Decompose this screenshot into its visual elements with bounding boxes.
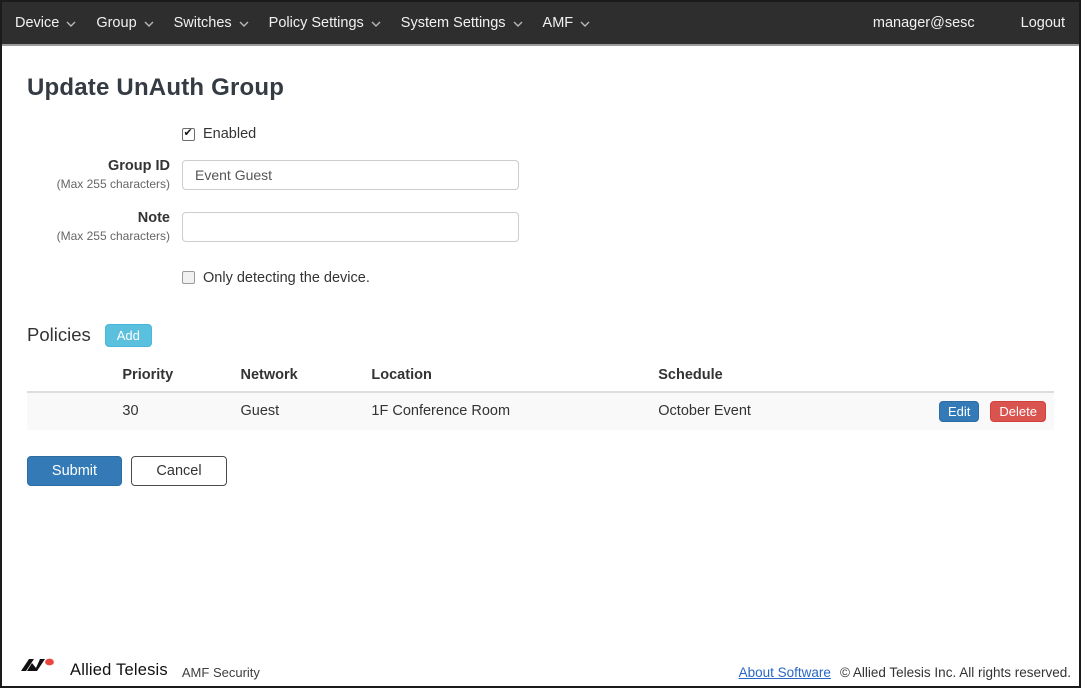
policies-heading: Policies [27, 324, 91, 346]
nav-menu: Device Group Switches Policy Settings Sy… [15, 4, 590, 42]
brand-name: Allied Telesis [70, 661, 168, 680]
nav-item-label: System Settings [401, 15, 506, 31]
main-content: Update UnAuth Group Enabled Group ID (Ma… [2, 46, 1079, 486]
note-row: Note (Max 255 characters) [27, 210, 1054, 244]
allied-telesis-logo-icon [20, 657, 60, 679]
indent-column-header [27, 359, 114, 392]
location-cell: 1F Conference Room [363, 392, 650, 430]
enabled-row: Enabled [182, 126, 1054, 142]
policies-table-header-row: Priority Network Location Schedule [27, 359, 1054, 392]
enabled-checkbox-label[interactable]: Enabled [203, 126, 256, 142]
schedule-cell: October Event [650, 392, 931, 430]
logout-link[interactable]: Logout [1021, 15, 1065, 31]
chevron-down-icon [580, 15, 590, 31]
nav-item-label: Device [15, 15, 59, 31]
schedule-column-header: Schedule [650, 359, 931, 392]
nav-item-device[interactable]: Device [15, 4, 76, 42]
policies-table: Priority Network Location Schedule 30 Gu… [27, 359, 1054, 430]
group-id-row: Group ID (Max 255 characters) [27, 158, 1054, 192]
unauth-group-form: Enabled Group ID (Max 255 characters) No… [27, 126, 1054, 286]
product-name: AMF Security [182, 665, 260, 680]
footer-legal-area: About Software © Allied Telesis Inc. All… [739, 665, 1071, 680]
detect-only-checkbox-label[interactable]: Only detecting the device. [203, 270, 370, 286]
cancel-button[interactable]: Cancel [131, 456, 227, 486]
footer-brand-area: Allied Telesis AMF Security [20, 657, 260, 680]
enabled-checkbox[interactable] [182, 128, 195, 141]
policy-table-row: 30 Guest 1F Conference Room October Even… [27, 392, 1054, 430]
group-id-label-cell: Group ID (Max 255 characters) [27, 158, 170, 192]
network-column-header: Network [233, 359, 364, 392]
edit-policy-button[interactable]: Edit [939, 401, 979, 422]
add-policy-button[interactable]: Add [105, 324, 152, 347]
actions-cell: Edit Delete [931, 392, 1054, 430]
policies-header: Policies Add [27, 324, 1054, 347]
indent-cell [27, 392, 114, 430]
chevron-down-icon [144, 15, 154, 31]
chevron-down-icon [66, 15, 76, 31]
group-id-label: Group ID [27, 158, 170, 175]
page-footer: Allied Telesis AMF Security About Softwa… [2, 657, 1079, 686]
page-title: Update UnAuth Group [27, 74, 1054, 102]
chevron-down-icon [239, 15, 249, 31]
nav-item-label: Switches [174, 15, 232, 31]
submit-button[interactable]: Submit [27, 456, 122, 486]
note-hint: (Max 255 characters) [27, 229, 170, 243]
copyright-text: © Allied Telesis Inc. All rights reserve… [840, 665, 1071, 680]
top-navbar: Device Group Switches Policy Settings Sy… [2, 2, 1079, 46]
nav-item-amf[interactable]: AMF [543, 4, 591, 42]
form-actions: Submit Cancel [27, 456, 1054, 486]
detect-only-checkbox[interactable] [182, 271, 195, 284]
priority-column-header: Priority [114, 359, 232, 392]
nav-item-label: AMF [543, 15, 574, 31]
note-input[interactable] [182, 212, 519, 242]
priority-cell: 30 [114, 392, 232, 430]
actions-column-header [931, 359, 1054, 392]
nav-right: manager@sesc Logout [873, 15, 1065, 31]
network-cell: Guest [233, 392, 364, 430]
nav-item-system-settings[interactable]: System Settings [401, 4, 523, 42]
note-label: Note [27, 210, 170, 227]
nav-item-group[interactable]: Group [96, 4, 153, 42]
user-account-menu[interactable]: manager@sesc [873, 15, 975, 31]
delete-policy-button[interactable]: Delete [990, 401, 1046, 422]
nav-item-policy-settings[interactable]: Policy Settings [269, 4, 381, 42]
nav-item-label: Group [96, 15, 136, 31]
note-label-cell: Note (Max 255 characters) [27, 210, 170, 244]
about-software-link[interactable]: About Software [739, 665, 831, 680]
group-id-input[interactable] [182, 160, 519, 190]
chevron-down-icon [513, 15, 523, 31]
nav-item-switches[interactable]: Switches [174, 4, 249, 42]
chevron-down-icon [371, 15, 381, 31]
location-column-header: Location [363, 359, 650, 392]
detect-only-row: Only detecting the device. [182, 270, 1054, 286]
nav-item-label: Policy Settings [269, 15, 364, 31]
group-id-hint: (Max 255 characters) [27, 177, 170, 191]
